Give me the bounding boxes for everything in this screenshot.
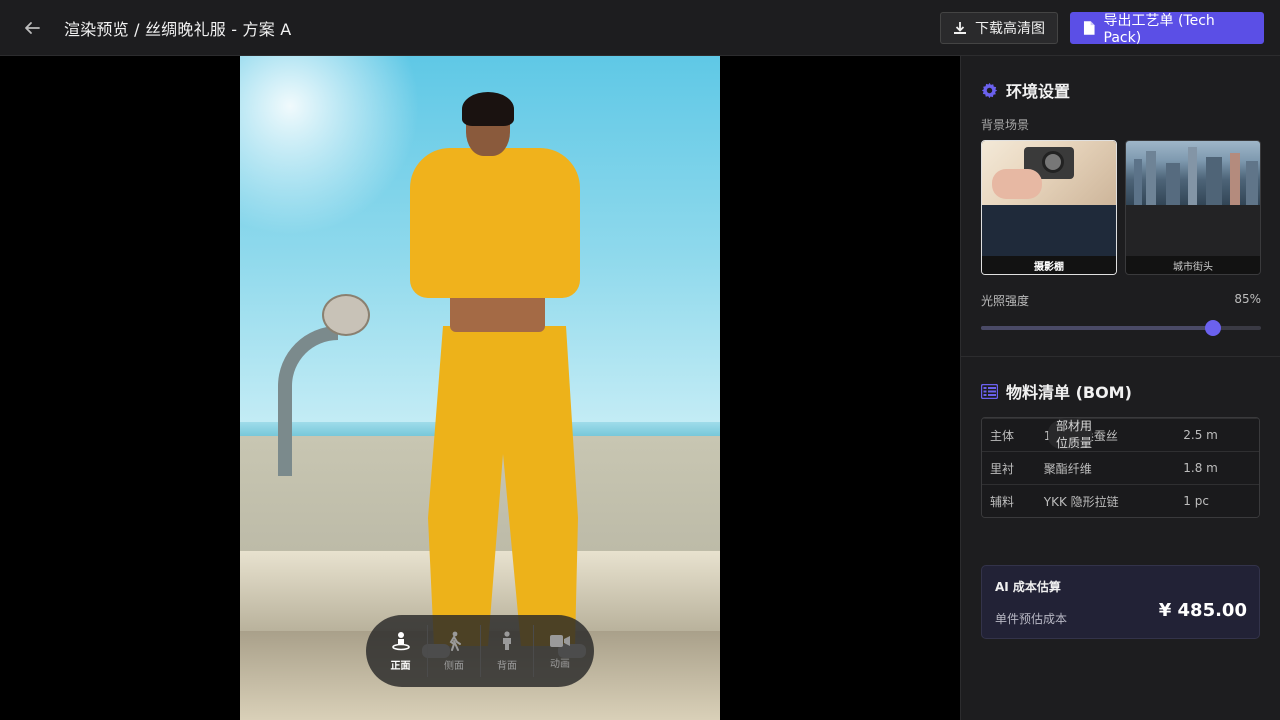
download-icon [954, 22, 966, 34]
view-back-button[interactable]: 背面 [480, 625, 533, 677]
top-bar: 渲染预览 / 丝绸晚礼服 - 方案 A 下载高清图 导出工艺单 (Tech Pa… [0, 0, 1280, 56]
export-tech-pack-button[interactable]: 导出工艺单 (Tech Pack) [1070, 12, 1264, 46]
cost-estimate-value: ¥ 485.00 [1158, 600, 1247, 621]
scene-studio-backdrop [982, 205, 1116, 258]
scene-city-backdrop [1126, 205, 1260, 258]
table-row: 里衬 聚酯纤维 1.8 m [982, 451, 1259, 484]
section-divider [961, 356, 1280, 357]
view-front-label: 正面 [390, 660, 411, 672]
bom-col-part: 部位 [1056, 419, 1069, 450]
scene-studio-thumbnail [982, 141, 1116, 205]
top-actions: 下载高清图 导出工艺单 (Tech Pack) [940, 12, 1264, 46]
bom-cell-material: 聚酯纤维 [1043, 461, 1092, 476]
cost-estimate-title: AI 成本估算 [995, 580, 1061, 594]
background-scene-label: 背景场景 [981, 118, 1030, 132]
bom-cell-usage: 1.8 m [1183, 461, 1218, 475]
bom-title: 物料清单 (BOM) [1006, 383, 1132, 402]
bom-cell-usage: 2.5 m [1183, 428, 1218, 442]
gear-icon [981, 82, 998, 98]
lighting-slider[interactable] [981, 320, 1261, 336]
bom-col-usage: 用量 [1080, 419, 1093, 450]
environment-section-title: 环境设置 [981, 78, 1070, 102]
table-row: 辅料 YKK 隐形拉链 1 pc [982, 484, 1259, 517]
settings-panel: 环境设置 背景场景 摄影棚 城市街头 光照强度 85% 物料清单 (BOM) 部… [960, 56, 1280, 720]
lighting-row: 光照强度 85% [981, 292, 1261, 309]
bom-header-row: 部位 材质 用量 [1048, 418, 1092, 450]
video-camera-icon [550, 634, 570, 647]
bom-section-title: 物料清单 (BOM) [981, 379, 1132, 403]
sun-glow [240, 56, 420, 236]
table-list-icon [981, 383, 998, 399]
table-row: 主体 100% 桑蚕丝 2.5 m [982, 418, 1259, 451]
model-hoodie [410, 148, 580, 298]
front-view-icon [391, 631, 410, 650]
lighting-label: 光照强度 [981, 294, 1030, 308]
scene-city-label: 城市街头 [1126, 256, 1260, 274]
view-side-label: 侧面 [444, 660, 464, 672]
file-pdf-icon [1083, 21, 1095, 35]
bom-col-material: 材质 [1068, 419, 1081, 450]
scene-city-thumbnail [1126, 141, 1260, 205]
render-stage: 正面 侧面 背面 动画 [0, 56, 960, 720]
bom-cell-part: 主体 [990, 428, 1015, 443]
view-side-button[interactable]: 侧面 [427, 625, 480, 677]
arrow-left-icon [25, 21, 40, 34]
download-hd-label: 下载高清图 [975, 21, 1045, 37]
view-animation-label: 动画 [550, 658, 570, 670]
basketball-backboard [322, 294, 370, 336]
page-title: 渲染预览 / 丝绸晚礼服 - 方案 A [64, 19, 292, 39]
lighting-slider-fill [981, 326, 1214, 330]
view-back-label: 背面 [497, 660, 517, 672]
cost-estimate-card: AI 成本估算 单件预估成本 ¥ 485.00 [981, 565, 1260, 639]
view-switcher: 正面 侧面 背面 动画 [366, 615, 594, 687]
walking-person-icon [449, 631, 461, 651]
basketball-hoop-pole [278, 326, 338, 476]
environment-title: 环境设置 [1006, 82, 1071, 101]
model-figure [400, 92, 600, 658]
lighting-slider-thumb[interactable] [1205, 320, 1222, 336]
bom-cell-material: YKK 隐形拉链 [1043, 494, 1119, 509]
view-front-button[interactable]: 正面 [374, 625, 427, 677]
scene-studio-card[interactable]: 摄影棚 [981, 140, 1117, 275]
bom-cell-part: 里衬 [990, 461, 1015, 476]
lighting-value: 85% [1234, 292, 1261, 306]
view-animation-button[interactable]: 动画 [533, 625, 586, 677]
download-hd-button[interactable]: 下载高清图 [940, 12, 1058, 44]
scene-studio-label: 摄影棚 [982, 256, 1116, 274]
model-midriff [450, 292, 545, 332]
scene-city-street-card[interactable]: 城市街头 [1125, 140, 1261, 275]
model-hair [462, 92, 514, 126]
cost-estimate-label: 单件预估成本 [995, 612, 1068, 626]
export-tech-pack-label: 导出工艺单 (Tech Pack) [1103, 13, 1215, 46]
standing-person-icon [503, 630, 511, 650]
bom-cell-usage: 1 pc [1183, 494, 1209, 508]
bom-cell-part: 辅料 [990, 494, 1015, 509]
bom-table: 部位 材质 用量 主体 100% 桑蚕丝 2.5 m 里衬 聚酯纤维 1.8 m… [981, 417, 1260, 518]
back-button[interactable] [12, 8, 52, 48]
model-pants [428, 326, 578, 646]
